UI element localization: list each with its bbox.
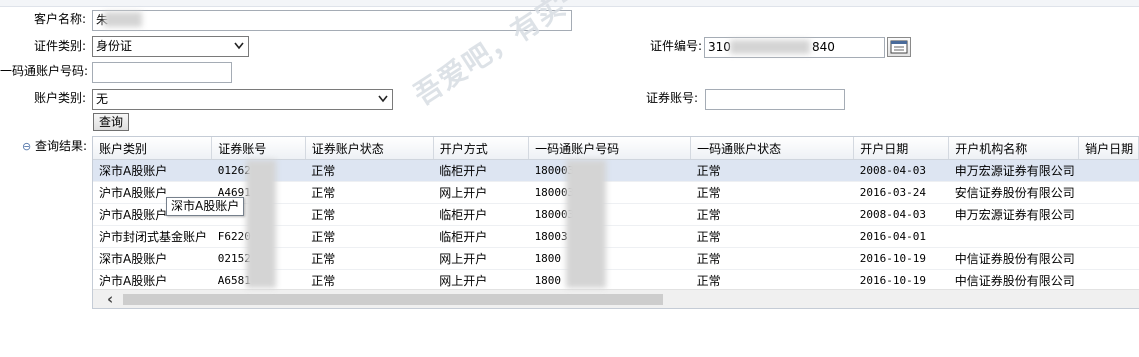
cell-open-date: 2008-04-03: [853, 159, 949, 182]
cell-account-status: 正常: [305, 247, 434, 270]
cell-yimatong-status: 正常: [690, 181, 854, 204]
cell-open-method: 临柜开户: [433, 225, 529, 248]
cell-open-date: 2016-04-01: [853, 225, 949, 248]
redaction-blur: [730, 40, 810, 54]
col-header-securities-account[interactable]: 证券账号: [211, 137, 306, 160]
cell-yimatong-status: 正常: [690, 203, 854, 226]
col-header-yimatong-status[interactable]: 一码通账户状态: [690, 137, 855, 160]
chevron-down-icon: [234, 42, 244, 50]
cell-open-method: 临柜开户: [433, 159, 529, 182]
cell-account-type: 沪市封闭式基金账户: [93, 225, 212, 248]
yimatong-account-label: 一码通账户号码:: [0, 64, 89, 78]
cell-open-method: 网上开户: [433, 247, 529, 270]
cell-institution: 申万宏源证券有限公司: [948, 159, 1079, 182]
securities-account-input[interactable]: [705, 89, 845, 110]
account-type-select[interactable]: 无: [92, 89, 393, 110]
col-header-institution[interactable]: 开户机构名称: [948, 137, 1080, 160]
calendar-icon: [890, 40, 908, 54]
cell-yimatong-number: 18003: [528, 225, 691, 248]
redaction-blur: [566, 160, 606, 288]
grid-header-row: 账户类别 证券账号 证券账户状态 开户方式 一码通账户号码 一码通账户状态 开户…: [93, 137, 1139, 160]
cell-close-date: [1078, 181, 1139, 204]
scrollbar-thumb[interactable]: [123, 294, 663, 305]
cell-yimatong-status: 正常: [690, 225, 854, 248]
cell-yimatong-number: 1800033: [528, 181, 691, 204]
cell-account-type: 深市A股账户: [93, 247, 212, 270]
col-header-yimatong-number[interactable]: 一码通账户号码: [528, 137, 692, 160]
calendar-button[interactable]: [887, 37, 911, 57]
cell-yimatong-status: 正常: [690, 247, 854, 270]
cell-open-method: 临柜开户: [433, 203, 529, 226]
cell-account-type: 深市A股账户: [93, 159, 212, 182]
cell-institution: 申万宏源证券有限公司: [948, 203, 1079, 226]
customer-name-input[interactable]: 朱: [92, 10, 572, 31]
tooltip: 深市A股账户: [166, 197, 245, 216]
top-border: [0, 0, 1139, 7]
cell-yimatong-number: 180003: [528, 159, 691, 182]
cell-institution: 中信证券股份有限公司: [948, 247, 1079, 270]
id-type-value: 身份证: [96, 39, 133, 53]
account-type-value: 无: [96, 92, 109, 106]
securities-account-label: 证券账号:: [646, 91, 699, 105]
results-label: 查询结果:: [35, 139, 88, 153]
cell-open-method: 网上开户: [433, 181, 529, 204]
chevron-down-icon: [378, 95, 388, 103]
col-header-close-date[interactable]: 销户日期: [1078, 137, 1139, 160]
redaction-blur: [104, 12, 142, 27]
yimatong-account-input[interactable]: [92, 62, 232, 83]
cell-account-status: 正常: [305, 203, 434, 226]
cell-open-date: 2016-10-19: [853, 247, 949, 270]
collapse-icon[interactable]: ⊖: [22, 140, 31, 153]
col-header-open-date[interactable]: 开户日期: [853, 137, 950, 160]
cell-close-date: [1078, 225, 1139, 248]
cell-close-date: [1078, 203, 1139, 226]
id-type-select[interactable]: 身份证: [92, 36, 249, 57]
col-header-account-status[interactable]: 证券账户状态: [305, 137, 434, 160]
cell-account-status: 正常: [305, 159, 434, 182]
id-number-label: 证件编号:: [649, 39, 702, 53]
col-header-open-method[interactable]: 开户方式: [433, 137, 530, 160]
cell-institution: 安信证券股份有限公司: [948, 181, 1079, 204]
cell-yimatong-number: 1800: [528, 247, 691, 270]
scroll-left-icon[interactable]: ‹: [107, 292, 113, 307]
id-number-prefix: 310: [708, 40, 731, 54]
cell-institution: [948, 225, 1079, 248]
redaction-blur: [246, 160, 276, 288]
horizontal-scrollbar[interactable]: ‹: [93, 289, 1139, 308]
cell-close-date: [1078, 247, 1139, 270]
cell-open-date: 2008-04-03: [853, 203, 949, 226]
query-button[interactable]: 查询: [93, 113, 129, 131]
cell-account-status: 正常: [305, 225, 434, 248]
cell-yimatong-number: 1800033: [528, 203, 691, 226]
customer-name-label: 客户名称:: [33, 12, 86, 26]
cell-close-date: [1078, 159, 1139, 182]
cell-account-status: 正常: [305, 181, 434, 204]
col-header-account-type[interactable]: 账户类别: [93, 137, 213, 160]
cell-yimatong-status: 正常: [690, 159, 854, 182]
account-type-label: 账户类别:: [33, 91, 86, 105]
id-type-label: 证件类别:: [33, 39, 86, 53]
id-number-suffix: 840: [812, 40, 835, 54]
results-label-row: ⊖ 查询结果:: [22, 136, 87, 156]
cell-open-date: 2016-03-24: [853, 181, 949, 204]
